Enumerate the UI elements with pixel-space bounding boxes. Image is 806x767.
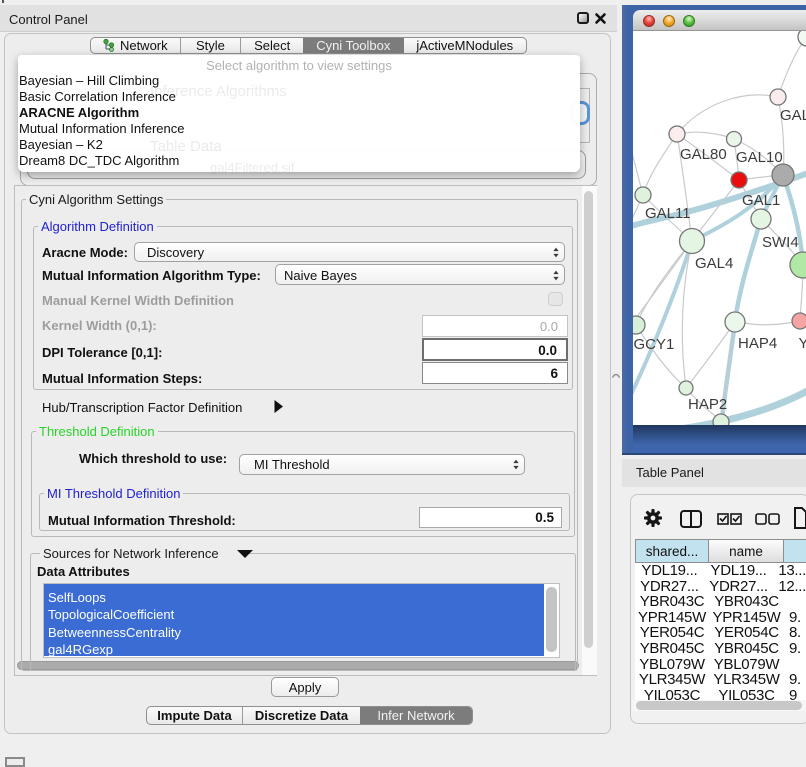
svg-text:HAP4: HAP4 — [738, 335, 777, 352]
svg-text:GAL80: GAL80 — [680, 146, 727, 163]
svg-text:GAL2: GAL2 — [780, 107, 806, 124]
svg-text:HAP2: HAP2 — [688, 396, 727, 413]
svg-text:GAL1: GAL1 — [742, 192, 780, 209]
svg-text:GCY1: GCY1 — [634, 336, 675, 353]
svg-text:GAL10: GAL10 — [736, 149, 783, 166]
svg-text:SWI4: SWI4 — [762, 234, 799, 251]
svg-text:GAL11: GAL11 — [645, 205, 691, 222]
svg-text:YE: YE — [799, 335, 806, 352]
svg-text:GAL4: GAL4 — [695, 255, 733, 272]
